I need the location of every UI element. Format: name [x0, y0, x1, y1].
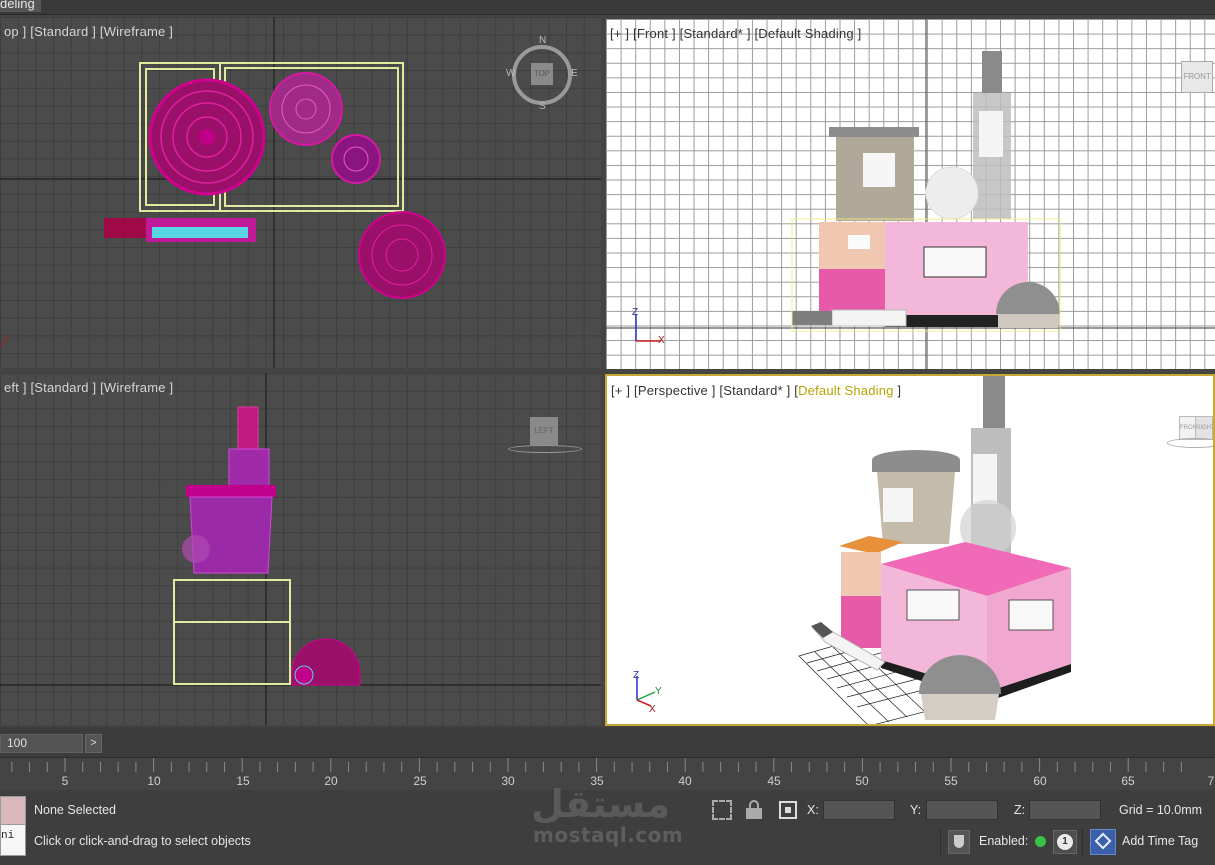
ruler-label: 10: [147, 774, 161, 788]
viewport-left[interactable]: eft ] [Standard ] [Wireframe ] LEFT: [0, 373, 601, 725]
compass-south: S: [539, 101, 546, 112]
round-candle: [925, 166, 979, 220]
axis-gizmo-persp: [636, 676, 656, 707]
compass-west: W: [506, 68, 516, 79]
ruler-label: 60: [1033, 774, 1047, 788]
enabled-count-badge: 1: [1057, 834, 1073, 850]
ruler-label: 45: [767, 774, 781, 788]
watermark-arabic: مستقل: [531, 782, 670, 826]
enabled-label: Enabled:: [979, 834, 1029, 848]
x-coordinate-field[interactable]: [823, 800, 895, 820]
viewport-top[interactable]: op ] [Standard ] [Wireframe ] TOP N S E …: [0, 17, 601, 368]
small-round-wire: [331, 134, 381, 184]
candle-jar-wire: [148, 78, 266, 196]
lock-selection-icon[interactable]: [746, 800, 762, 820]
viewcube-persp[interactable]: FRONT RIGHT: [1167, 412, 1213, 448]
viewcube-front[interactable]: FRONT: [1181, 61, 1213, 93]
jar-lid: [829, 127, 919, 137]
ruler-label: 40: [678, 774, 692, 788]
svg-text:Y: Y: [655, 686, 662, 697]
add-time-tag-button[interactable]: Add Time Tag: [1122, 834, 1198, 848]
prompt-line: Click or click-and-drag to select object…: [34, 834, 251, 848]
jar-lid-wire: [186, 485, 276, 497]
left-scene: [0, 373, 601, 725]
ruler-label: 5: [61, 774, 69, 788]
bottle-cap-wire: [237, 406, 259, 450]
big-box-label: [923, 246, 987, 278]
viewcube-ring: [508, 445, 582, 453]
jar-wire: [189, 496, 273, 574]
enabled-status-dot[interactable]: [1035, 836, 1046, 847]
ribbon-strip: deling: [0, 0, 1215, 15]
pen-label: [831, 309, 907, 327]
front-scene: Z X: [606, 19, 1215, 369]
ruler-ticks: [11, 758, 1182, 772]
jar-lid-3d: [872, 460, 960, 472]
watermark-latin: mostaql.com: [533, 823, 684, 847]
bottle-wire: [228, 448, 270, 488]
ruler-label: 55: [944, 774, 958, 788]
next-frame-button[interactable]: >: [85, 734, 102, 753]
y-coordinate-label: Y:: [910, 803, 922, 817]
viewport-front[interactable]: [+ ] [Front ] [Standard* ] [Default Shad…: [606, 19, 1215, 369]
lid-wire: [269, 72, 343, 146]
maxscript-mini-listener[interactable]: ni: [0, 824, 26, 856]
dome-base: [998, 314, 1058, 328]
box-top-wire: [173, 579, 291, 623]
time-tag-icon[interactable]: [1090, 829, 1116, 855]
small-box-label: [848, 235, 870, 249]
ruler-label: 50: [855, 774, 869, 788]
adaptive-degradation-icon[interactable]: [948, 830, 970, 854]
frame-counter[interactable]: 100: [0, 734, 83, 753]
enabled-count-box[interactable]: 1: [1053, 830, 1077, 854]
dome-wire: [358, 211, 446, 299]
maxscript-listener-color[interactable]: [0, 796, 26, 826]
x-coordinate-label: X:: [807, 803, 819, 817]
axis-z-label: Z: [632, 307, 638, 318]
pen-wire: [104, 218, 256, 242]
compass-north: N: [539, 35, 547, 46]
ruler-label: 7: [1207, 774, 1215, 788]
ruler-label: 20: [324, 774, 338, 788]
viewcube-top-face[interactable]: TOP: [531, 63, 553, 85]
jar-label: [863, 153, 895, 187]
viewcube-left[interactable]: LEFT: [530, 417, 558, 445]
svg-text:Z: Z: [633, 670, 639, 681]
status-bar: ni None Selected Click or click-and-drag…: [0, 782, 1215, 865]
ruler-label: 25: [413, 774, 427, 788]
bottle-label: [979, 111, 1003, 157]
selection-status: None Selected: [34, 803, 117, 817]
grid-size-readout: Grid = 10.0mm: [1119, 803, 1203, 817]
z-coordinate-label: Z:: [1014, 803, 1026, 817]
viewport-perspective[interactable]: [+ ] [Perspective ] [Standard* ] [Defaul…: [605, 374, 1215, 726]
bottle-cap: [982, 51, 1002, 93]
absolute-transform-icon[interactable]: [779, 801, 797, 819]
isolate-selection-icon[interactable]: [712, 800, 732, 820]
axis-x-label: X: [658, 335, 665, 346]
modeling-tab[interactable]: deling: [0, 0, 41, 12]
y-coordinate-field[interactable]: [926, 800, 998, 820]
small-box-bottom: [819, 269, 885, 315]
bottle-cap-3d: [983, 376, 1005, 428]
perspective-scene: Z Y X: [633, 376, 1071, 724]
z-coordinate-field[interactable]: [1029, 800, 1101, 820]
ruler-label: 30: [501, 774, 515, 788]
ruler-label: 65: [1121, 774, 1135, 788]
box-bottom-wire: [173, 621, 291, 685]
pen-body: [792, 311, 832, 325]
compass-east: E: [571, 68, 578, 79]
viewcube-compass[interactable]: TOP N S E W: [506, 35, 579, 112]
ruler-label: 15: [236, 774, 250, 788]
svg-text:X: X: [649, 704, 656, 715]
time-slider-bar: 100 >: [0, 727, 1215, 757]
